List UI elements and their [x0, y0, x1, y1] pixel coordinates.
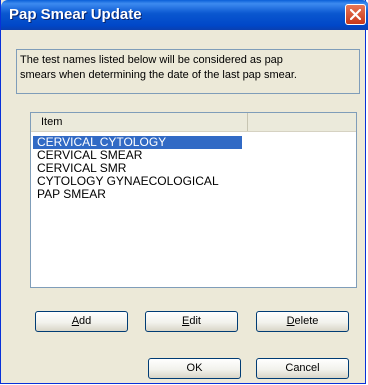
add-button-mnemonic: A [71, 315, 80, 327]
edit-button[interactable]: Edit [145, 311, 238, 332]
column-header-item[interactable]: Item [31, 113, 248, 131]
ok-button[interactable]: OK [148, 358, 241, 379]
delete-button-label: elete [294, 315, 319, 327]
add-button-label: dd [79, 315, 92, 327]
list-rows: CERVICAL CYTOLOGY CERVICAL SMEAR CERVICA… [33, 136, 356, 201]
list-item[interactable]: PAP SMEAR [33, 188, 242, 201]
cancel-button[interactable]: Cancel [256, 358, 349, 379]
add-button[interactable]: Add [35, 311, 128, 332]
description-line-1: The test names listed below will be cons… [20, 54, 283, 66]
description-text: The test names listed below will be cons… [16, 49, 360, 94]
delete-button[interactable]: Delete [256, 311, 349, 332]
close-icon [350, 9, 361, 20]
description-line-2: smears when determining the date of the … [20, 69, 297, 81]
test-names-list[interactable]: Item CERVICAL CYTOLOGY CERVICAL SMEAR CE… [30, 112, 357, 288]
window-title: Pap Smear Update [9, 6, 142, 23]
pap-smear-dialog: Pap Smear Update The test names listed b… [0, 0, 368, 384]
delete-button-mnemonic: D [286, 315, 295, 327]
close-button[interactable] [345, 4, 366, 25]
list-header: Item [31, 113, 356, 132]
edit-button-label: dit [189, 315, 201, 327]
title-bar[interactable]: Pap Smear Update [1, 0, 368, 30]
